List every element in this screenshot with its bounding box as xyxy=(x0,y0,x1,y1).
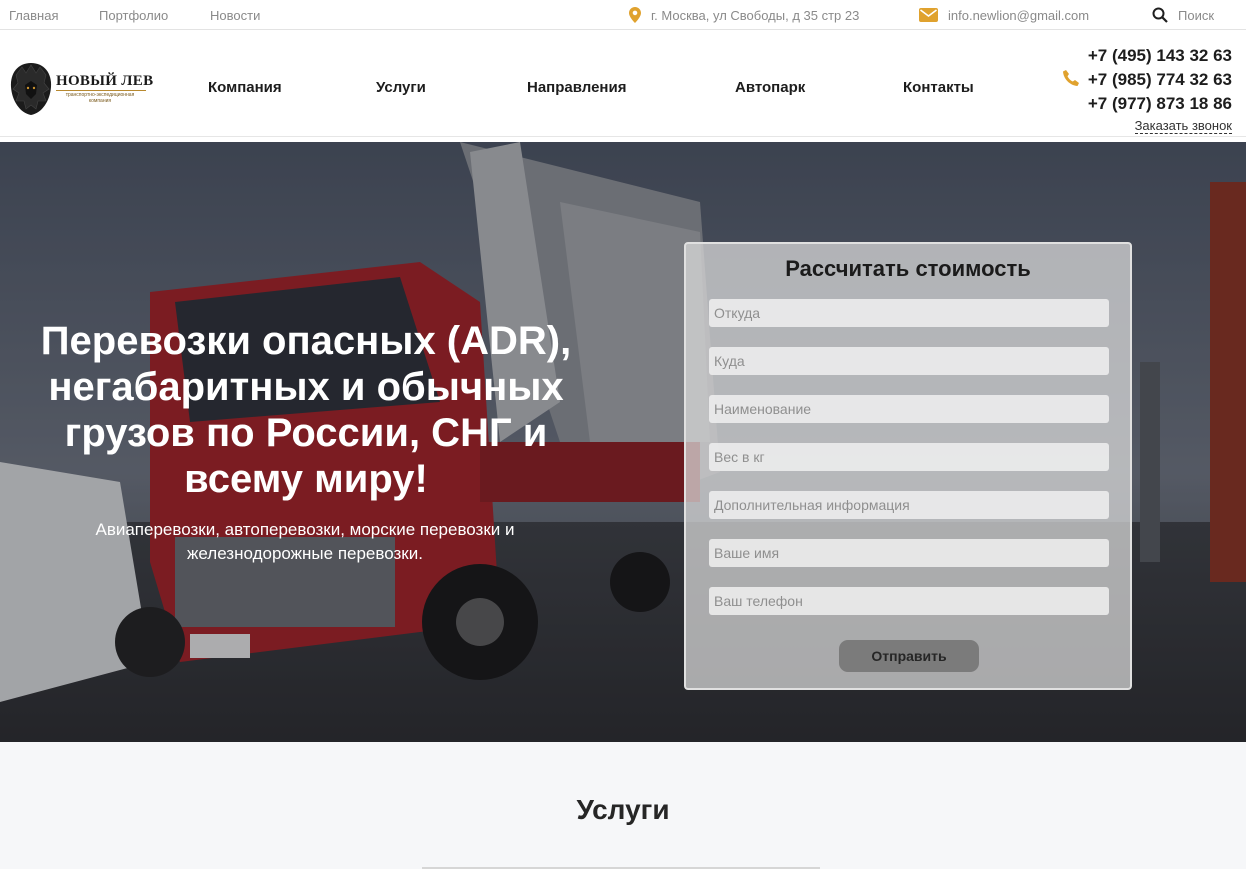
submit-button[interactable]: Отправить xyxy=(839,640,979,672)
address-text: г. Москва, ул Свободы, д 35 стр 23 xyxy=(651,8,860,23)
phone-link-1[interactable]: +7 (495) 143 32 63 xyxy=(1088,44,1232,68)
calc-form-title: Рассчитать стоимость xyxy=(785,256,1031,281)
phone-field[interactable] xyxy=(709,587,1109,615)
phone-link-2[interactable]: +7 (985) 774 32 63 xyxy=(1088,68,1232,92)
search-link[interactable]: Поиск xyxy=(1178,8,1214,23)
top-bar: Главная Портфолио Новости г. Москва, ул … xyxy=(0,0,1246,30)
cargo-name-field[interactable] xyxy=(709,395,1109,423)
logo[interactable]: НОВЫЙ ЛЕВ транспортно-экспедиционная ком… xyxy=(8,61,153,117)
nav-item-services[interactable]: Услуги xyxy=(376,79,426,96)
logo-divider xyxy=(56,90,146,91)
nav-item-fleet[interactable]: Автопарк xyxy=(735,79,805,96)
phone-link-3[interactable]: +7 (977) 873 18 86 xyxy=(1088,92,1232,116)
to-field[interactable] xyxy=(709,347,1109,375)
hero-subtitle: Авиаперевозки, автоперевозки, морские пе… xyxy=(95,520,515,563)
weight-field[interactable] xyxy=(709,443,1109,471)
nav-item-contacts[interactable]: Контакты xyxy=(903,79,974,96)
nav-item-directions[interactable]: Направления xyxy=(527,79,626,96)
extra-info-field[interactable] xyxy=(709,491,1109,519)
logo-title: НОВЫЙ ЛЕВ xyxy=(56,73,154,89)
search-icon[interactable] xyxy=(1152,7,1168,26)
mail-icon xyxy=(919,8,938,25)
services-section: Услуги xyxy=(0,742,1246,869)
lion-logo-icon xyxy=(10,63,52,115)
logo-subtitle: транспортно-экспедиционная компания xyxy=(65,92,135,104)
phone-list: +7 (495) 143 32 63 +7 (985) 774 32 63 +7… xyxy=(1088,44,1232,116)
callback-link[interactable]: Заказать звонок xyxy=(1134,118,1232,134)
phone-icon xyxy=(1062,69,1080,92)
top-link-news[interactable]: Новости xyxy=(210,8,260,23)
name-field[interactable] xyxy=(709,539,1109,567)
top-link-portfolio[interactable]: Портфолио xyxy=(99,8,168,23)
email-link[interactable]: info.newlion@gmail.com xyxy=(948,8,1089,23)
services-title: Услуги xyxy=(576,794,670,825)
hero-title: Перевозки опасных (ADR), негабаритных и … xyxy=(40,319,572,501)
cost-calculator-form: Рассчитать стоимость Отправить xyxy=(684,242,1132,690)
location-pin-icon xyxy=(629,7,641,26)
site-header: НОВЫЙ ЛЕВ транспортно-экспедиционная ком… xyxy=(0,41,1246,137)
from-field[interactable] xyxy=(709,299,1109,327)
nav-item-company[interactable]: Компания xyxy=(208,79,282,96)
hero-section: Перевозки опасных (ADR), негабаритных и … xyxy=(0,142,1246,742)
top-link-home[interactable]: Главная xyxy=(9,8,58,23)
